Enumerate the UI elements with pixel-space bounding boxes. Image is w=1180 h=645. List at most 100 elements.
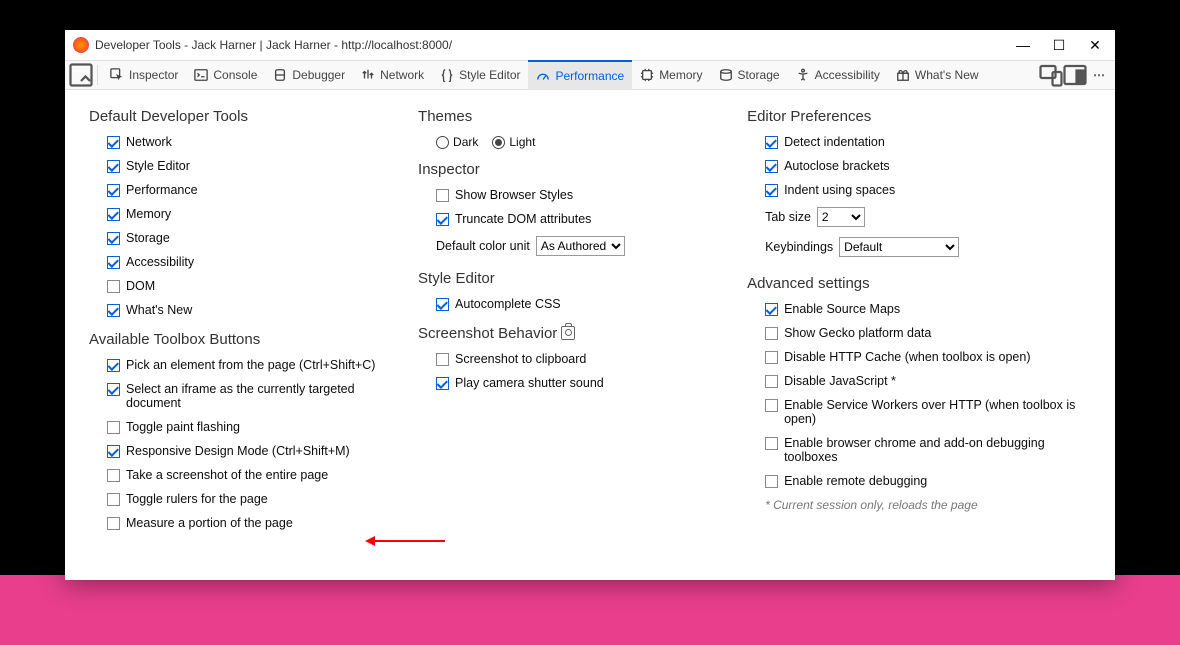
toolbox-button-checkbox[interactable] xyxy=(107,359,120,372)
inspector-opt-label: Show Browser Styles xyxy=(455,188,573,202)
default-tool-label: Memory xyxy=(126,207,171,221)
toolbox-button-checkbox[interactable] xyxy=(107,383,120,396)
tab-label: What's New xyxy=(915,68,979,82)
default-tool-row: What's New xyxy=(107,303,398,317)
camera-icon xyxy=(561,326,575,340)
performance-icon xyxy=(536,69,550,83)
default-tool-row: DOM xyxy=(107,279,398,293)
advanced-opt-label: Enable Service Workers over HTTP (when t… xyxy=(784,398,1087,426)
screenshot-opt-checkbox[interactable] xyxy=(436,377,449,390)
iframe-picker-icon[interactable] xyxy=(69,63,93,87)
default-tool-checkbox[interactable] xyxy=(107,136,120,149)
advanced-opt-checkbox[interactable] xyxy=(765,351,778,364)
debugger-icon xyxy=(273,68,287,82)
close-button[interactable]: ✕ xyxy=(1087,37,1103,53)
tab-network[interactable]: Network xyxy=(353,60,432,90)
tab-console[interactable]: Console xyxy=(186,60,265,90)
default-tools-heading: Default Developer Tools xyxy=(89,108,398,125)
toolbox-button-row: Select an iframe as the currently target… xyxy=(107,382,398,410)
tab-memory[interactable]: Memory xyxy=(632,60,710,90)
toolbox-button-checkbox[interactable] xyxy=(107,445,120,458)
advanced-opt-row: Enable browser chrome and add-on debuggi… xyxy=(765,436,1087,464)
default-tool-checkbox[interactable] xyxy=(107,256,120,269)
style-editor-heading: Style Editor xyxy=(418,270,727,287)
advanced-opt-row: Disable HTTP Cache (when toolbox is open… xyxy=(765,350,1087,364)
devtools-toolbar: Inspector Console Debugger Network Style… xyxy=(65,60,1115,90)
styleeditor-opt-row: Autocomplete CSS xyxy=(436,297,727,311)
devtools-window: Developer Tools - Jack Harner | Jack Har… xyxy=(65,30,1115,580)
color-unit-select[interactable]: As Authored xyxy=(536,236,625,256)
toolbox-button-checkbox[interactable] xyxy=(107,421,120,434)
advanced-opt-checkbox[interactable] xyxy=(765,437,778,450)
accessibility-icon xyxy=(796,68,810,82)
theme-light-radio[interactable] xyxy=(492,136,505,149)
editor-opt-label: Detect indentation xyxy=(784,135,885,149)
theme-dark-radio[interactable] xyxy=(436,136,449,149)
default-tool-checkbox[interactable] xyxy=(107,280,120,293)
titlebar: Developer Tools - Jack Harner | Jack Har… xyxy=(65,30,1115,60)
advanced-opt-checkbox[interactable] xyxy=(765,327,778,340)
minimize-button[interactable]: — xyxy=(1015,37,1031,53)
default-tool-row: Accessibility xyxy=(107,255,398,269)
screenshot-opt-checkbox[interactable] xyxy=(436,353,449,366)
tab-debugger[interactable]: Debugger xyxy=(265,60,353,90)
tab-storage[interactable]: Storage xyxy=(711,60,788,90)
editor-prefs-heading: Editor Preferences xyxy=(747,108,1087,125)
tab-whats-new[interactable]: What's New xyxy=(888,60,987,90)
inspector-opt-checkbox[interactable] xyxy=(436,189,449,202)
advanced-opt-checkbox[interactable] xyxy=(765,475,778,488)
responsive-mode-button[interactable] xyxy=(1039,63,1063,87)
inspector-opt-row: Show Browser Styles xyxy=(436,188,727,202)
inspector-opt-checkbox[interactable] xyxy=(436,213,449,226)
maximize-button[interactable]: ☐ xyxy=(1051,37,1067,53)
default-tool-row: Network xyxy=(107,135,398,149)
keybindings-select[interactable]: Default xyxy=(839,237,959,257)
advanced-opt-label: Show Gecko platform data xyxy=(784,326,931,340)
styleeditor-opt-checkbox[interactable] xyxy=(436,298,449,311)
tab-style-editor[interactable]: Style Editor xyxy=(432,60,528,90)
tab-size-select[interactable]: 2 xyxy=(817,207,865,227)
toolbox-button-label: Measure a portion of the page xyxy=(126,516,293,530)
editor-opt-checkbox[interactable] xyxy=(765,136,778,149)
default-tool-checkbox[interactable] xyxy=(107,232,120,245)
advanced-opt-checkbox[interactable] xyxy=(765,399,778,412)
firefox-icon xyxy=(73,37,89,53)
advanced-opt-label: Disable JavaScript * xyxy=(784,374,896,388)
dock-mode-button[interactable] xyxy=(1063,63,1087,87)
editor-opt-checkbox[interactable] xyxy=(765,184,778,197)
advanced-opt-row: Disable JavaScript * xyxy=(765,374,1087,388)
window-title: Developer Tools - Jack Harner | Jack Har… xyxy=(95,38,1015,52)
tab-label: Network xyxy=(380,68,424,82)
color-unit-label: Default color unit xyxy=(436,239,530,253)
default-tool-checkbox[interactable] xyxy=(107,160,120,173)
editor-opt-row: Detect indentation xyxy=(765,135,1087,149)
theme-light-label: Light xyxy=(509,135,535,149)
toolbox-button-row: Toggle rulers for the page xyxy=(107,492,398,506)
kebab-button[interactable]: ⋯ xyxy=(1087,63,1111,87)
screenshot-opt-row: Play camera shutter sound xyxy=(436,376,727,390)
editor-opt-row: Indent using spaces xyxy=(765,183,1087,197)
tab-accessibility[interactable]: Accessibility xyxy=(788,60,888,90)
default-tool-checkbox[interactable] xyxy=(107,304,120,317)
tab-size-label: Tab size xyxy=(765,210,811,224)
advanced-heading: Advanced settings xyxy=(747,275,1087,292)
advanced-opt-checkbox[interactable] xyxy=(765,303,778,316)
gift-icon xyxy=(896,68,910,82)
default-tool-checkbox[interactable] xyxy=(107,208,120,221)
tab-inspector[interactable]: Inspector xyxy=(102,60,186,90)
toolbox-button-checkbox[interactable] xyxy=(107,493,120,506)
default-tool-label: What's New xyxy=(126,303,192,317)
network-icon xyxy=(361,68,375,82)
keybindings-label: Keybindings xyxy=(765,240,833,254)
editor-opt-checkbox[interactable] xyxy=(765,160,778,173)
tab-label: Performance xyxy=(555,69,624,83)
toolbox-button-label: Toggle rulers for the page xyxy=(126,492,268,506)
advanced-opt-row: Enable remote debugging xyxy=(765,474,1087,488)
tab-label: Memory xyxy=(659,68,702,82)
default-tool-checkbox[interactable] xyxy=(107,184,120,197)
advanced-opt-checkbox[interactable] xyxy=(765,375,778,388)
advanced-opt-label: Enable browser chrome and add-on debuggi… xyxy=(784,436,1087,464)
toolbox-button-checkbox[interactable] xyxy=(107,517,120,530)
tab-performance[interactable]: Performance xyxy=(528,60,632,90)
toolbox-button-checkbox[interactable] xyxy=(107,469,120,482)
